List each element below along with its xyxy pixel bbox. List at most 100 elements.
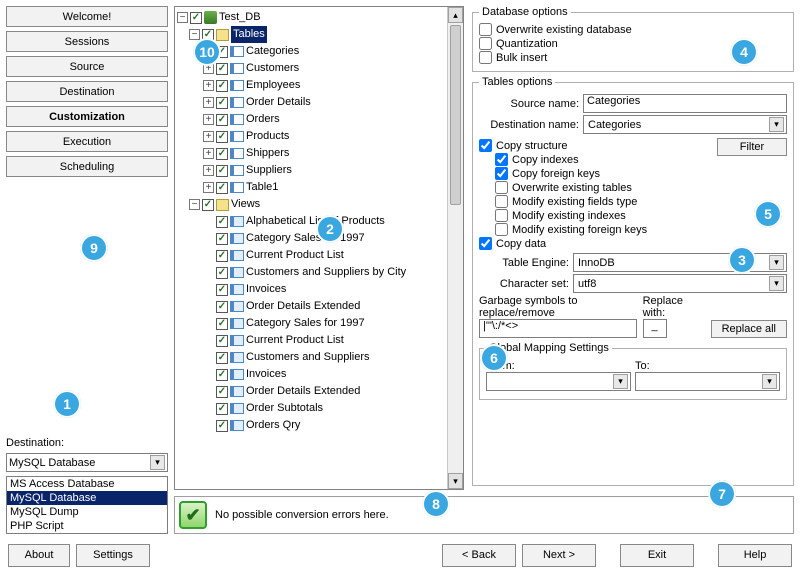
checkbox[interactable]: ✓ xyxy=(216,46,228,58)
expand-icon[interactable]: + xyxy=(203,80,214,91)
modify-indexes-checkbox[interactable] xyxy=(495,209,508,222)
checkbox[interactable]: ✓ xyxy=(216,369,228,381)
tree-view-item[interactable]: Order Details Extended xyxy=(246,383,360,400)
checkbox[interactable]: ✓ xyxy=(216,420,228,432)
scroll-down-icon[interactable]: ▾ xyxy=(448,473,463,489)
back-button[interactable]: < Back xyxy=(442,544,516,567)
replace-all-button[interactable]: Replace all xyxy=(711,320,787,338)
tree-view-item[interactable]: Customers and Suppliers by City xyxy=(246,264,406,281)
collapse-icon[interactable]: − xyxy=(189,29,200,40)
checkbox[interactable]: ✓ xyxy=(216,267,228,279)
tree-view-item[interactable]: Category Sales for 1997 xyxy=(246,230,365,247)
copy-data-checkbox[interactable] xyxy=(479,237,492,250)
checkbox[interactable]: ✓ xyxy=(216,386,228,398)
checkbox[interactable]: ✓ xyxy=(202,199,214,211)
filter-button[interactable]: Filter xyxy=(717,138,787,156)
checkbox[interactable]: ✓ xyxy=(216,284,228,296)
engine-dropdown[interactable]: InnoDB▾ xyxy=(573,253,787,272)
source-name-input[interactable]: Categories xyxy=(583,94,787,113)
checkbox[interactable]: ✓ xyxy=(190,12,202,24)
expand-icon[interactable]: + xyxy=(203,131,214,142)
destination-combo[interactable]: MySQL Database ▾ xyxy=(6,453,168,472)
tree-table-item[interactable]: Customers xyxy=(246,60,299,77)
help-button[interactable]: Help xyxy=(718,544,792,567)
tree-view-item[interactable]: Orders Qry xyxy=(246,417,300,434)
scroll-thumb[interactable] xyxy=(450,25,461,205)
scroll-up-icon[interactable]: ▴ xyxy=(448,7,463,23)
tree-table-item[interactable]: Employees xyxy=(246,77,300,94)
tree-table-item[interactable]: Categories xyxy=(246,43,299,60)
copy-structure-checkbox[interactable] xyxy=(479,139,492,152)
nav-welcome[interactable]: Welcome! xyxy=(6,6,168,27)
tree-views[interactable]: Views xyxy=(231,196,260,213)
collapse-icon[interactable]: − xyxy=(177,12,188,23)
checkbox[interactable]: ✓ xyxy=(216,63,228,75)
expand-icon[interactable]: + xyxy=(203,114,214,125)
modify-fk-checkbox[interactable] xyxy=(495,223,508,236)
overwrite-db-checkbox[interactable] xyxy=(479,23,492,36)
destination-listbox[interactable]: MS Access Database MySQL Database MySQL … xyxy=(6,476,168,534)
nav-execution[interactable]: Execution xyxy=(6,131,168,152)
tree-view-item[interactable]: Alphabetical List of Products xyxy=(246,213,385,230)
destination-option[interactable]: PHP Script xyxy=(7,519,167,533)
expand-icon[interactable]: + xyxy=(203,97,214,108)
checkbox[interactable]: ✓ xyxy=(202,29,214,41)
checkbox[interactable]: ✓ xyxy=(216,233,228,245)
quantization-checkbox[interactable] xyxy=(479,37,492,50)
scrollbar[interactable]: ▴ ▾ xyxy=(447,7,463,489)
copy-fk-checkbox[interactable] xyxy=(495,167,508,180)
checkbox[interactable]: ✓ xyxy=(216,301,228,313)
tree-table-item[interactable]: Order Details xyxy=(246,94,311,111)
tree-view-item[interactable]: Order Subtotals xyxy=(246,400,323,417)
tree-tables[interactable]: Tables xyxy=(231,26,267,43)
tree-table-item[interactable]: Shippers xyxy=(246,145,289,162)
expand-icon[interactable]: + xyxy=(203,63,214,74)
mapping-to-dropdown[interactable]: ▾ xyxy=(635,372,780,391)
checkbox[interactable]: ✓ xyxy=(216,182,228,194)
tree-view-item[interactable]: Customers and Suppliers xyxy=(246,349,370,366)
checkbox[interactable]: ✓ xyxy=(216,335,228,347)
collapse-icon[interactable]: − xyxy=(189,199,200,210)
destination-option[interactable]: MySQL Database xyxy=(7,491,167,505)
modify-fields-checkbox[interactable] xyxy=(495,195,508,208)
overwrite-tables-checkbox[interactable] xyxy=(495,181,508,194)
charset-dropdown[interactable]: utf8▾ xyxy=(573,274,787,293)
checkbox[interactable]: ✓ xyxy=(216,318,228,330)
bulk-insert-checkbox[interactable] xyxy=(479,51,492,64)
checkbox[interactable]: ✓ xyxy=(216,114,228,126)
checkbox[interactable]: ✓ xyxy=(216,97,228,109)
expand-icon[interactable]: + xyxy=(203,182,214,193)
nav-scheduling[interactable]: Scheduling xyxy=(6,156,168,177)
next-button[interactable]: Next > xyxy=(522,544,596,567)
checkbox[interactable]: ✓ xyxy=(216,352,228,364)
checkbox[interactable]: ✓ xyxy=(216,250,228,262)
expand-icon[interactable]: + xyxy=(203,148,214,159)
nav-source[interactable]: Source xyxy=(6,56,168,77)
tree-table-item[interactable]: Suppliers xyxy=(246,162,292,179)
tree-db[interactable]: Test_DB xyxy=(219,9,261,26)
about-button[interactable]: About xyxy=(8,544,70,567)
garbage-input[interactable]: |'"\:/*<> xyxy=(479,319,637,338)
nav-customization[interactable]: Customization xyxy=(6,106,168,127)
expand-icon[interactable]: + xyxy=(203,165,214,176)
tree-table-item[interactable]: Table1 xyxy=(246,179,278,196)
tree-table-item[interactable]: Products xyxy=(246,128,289,145)
settings-button[interactable]: Settings xyxy=(76,544,150,567)
destination-option[interactable]: MS Access Database xyxy=(7,477,167,491)
tree-view-item[interactable]: Category Sales for 1997 xyxy=(246,315,365,332)
checkbox[interactable]: ✓ xyxy=(216,216,228,228)
nav-destination[interactable]: Destination xyxy=(6,81,168,102)
exit-button[interactable]: Exit xyxy=(620,544,694,567)
nav-sessions[interactable]: Sessions xyxy=(6,31,168,52)
checkbox[interactable]: ✓ xyxy=(216,131,228,143)
checkbox[interactable]: ✓ xyxy=(216,165,228,177)
destination-option[interactable]: MySQL Dump xyxy=(7,505,167,519)
expand-icon[interactable]: + xyxy=(203,46,214,57)
mapping-from-dropdown[interactable]: ▾ xyxy=(486,372,631,391)
replace-with-input[interactable]: _ xyxy=(643,319,667,338)
dest-name-dropdown[interactable]: Categories▾ xyxy=(583,115,787,134)
tree-table-item[interactable]: Orders xyxy=(246,111,280,128)
checkbox[interactable]: ✓ xyxy=(216,148,228,160)
checkbox[interactable]: ✓ xyxy=(216,403,228,415)
tree-view-item[interactable]: Invoices xyxy=(246,366,286,383)
